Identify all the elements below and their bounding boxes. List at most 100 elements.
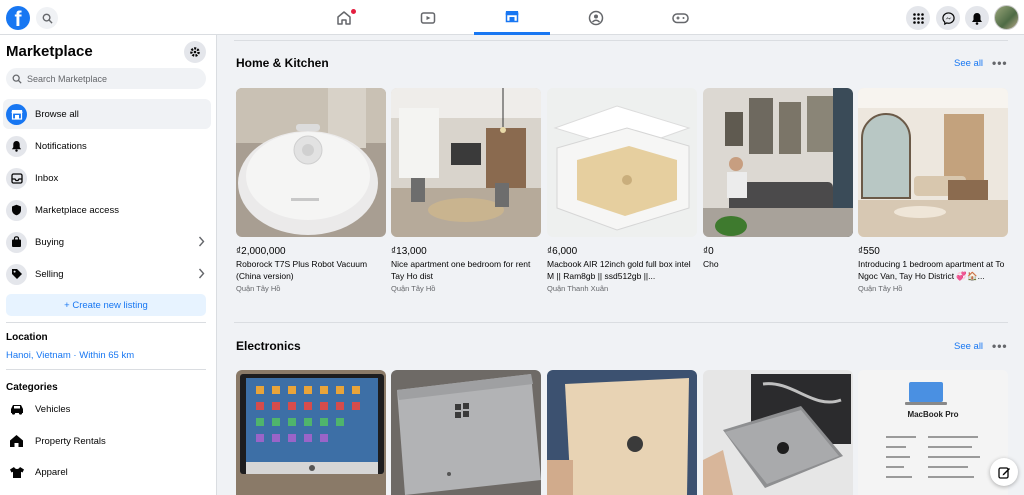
menu-button[interactable] — [906, 6, 930, 30]
listing-price: ₫550 — [858, 246, 880, 257]
section-divider — [234, 322, 1008, 323]
sidebar-item-browse-all[interactable]: Browse all — [3, 99, 211, 129]
listing-photo — [703, 88, 853, 237]
listing-title: Roborock T7S Plus Robot Vacuum (China ve… — [236, 259, 368, 281]
gaming-icon — [671, 12, 689, 23]
listing-title: Nice apartment one bedroom for rent Tay … — [391, 259, 531, 281]
more-options-button[interactable]: ••• — [992, 56, 1008, 70]
category-property-rentals[interactable]: Property Rentals — [3, 426, 211, 456]
sidebar-item-label: Selling — [35, 268, 64, 280]
listing-title: Macbook AIR 12inch gold full box intel M… — [547, 259, 691, 281]
listing-photo — [391, 88, 541, 237]
tab-video[interactable] — [390, 0, 466, 35]
listing-photo — [391, 370, 541, 495]
listing-card[interactable]: ₫6,000 Macbook AIR 12inch gold full box … — [547, 88, 697, 293]
sidebar-item-label: Buying — [35, 236, 65, 248]
sidebar-item-label: Browse all — [35, 108, 79, 120]
sidebar-item-label: Inbox — [35, 172, 59, 184]
grid-menu-icon — [912, 12, 924, 24]
listing-location: Quận Tây Hồ — [236, 284, 281, 293]
profile-avatar[interactable] — [994, 5, 1019, 30]
sidebar-item-selling[interactable]: Selling — [3, 259, 211, 289]
listing-photo — [703, 370, 853, 495]
listing-card[interactable]: ₫13,000 Nice apartment one bedroom for r… — [391, 88, 541, 293]
box-label: MacBook Pro — [907, 410, 959, 419]
section-divider — [234, 40, 1008, 41]
category-label: Property Rentals — [35, 435, 106, 447]
marketplace-sidebar: Marketplace Browse all Notifications Inb… — [0, 35, 217, 495]
shield-icon — [6, 199, 27, 221]
listing-title: Cho — [703, 259, 719, 269]
marketplace-icon — [505, 11, 519, 23]
shirt-icon — [6, 462, 27, 483]
listing-card[interactable] — [703, 370, 853, 495]
tab-groups[interactable] — [558, 0, 634, 35]
search-icon — [12, 74, 22, 84]
top-navigation-bar: f — [0, 0, 1024, 35]
settings-button[interactable] — [184, 41, 206, 63]
messenger-icon — [941, 11, 955, 25]
listing-card[interactable] — [236, 370, 386, 495]
see-all-link[interactable]: See all — [954, 341, 983, 352]
car-icon — [6, 399, 27, 420]
create-new-listing-button[interactable]: + Create new listing — [6, 294, 206, 316]
sidebar-item-inbox[interactable]: Inbox — [3, 163, 211, 193]
see-all-link[interactable]: See all — [954, 58, 983, 69]
sidebar-item-marketplace-access[interactable]: Marketplace access — [3, 195, 211, 225]
sidebar-item-notifications[interactable]: Notifications — [3, 131, 211, 161]
divider — [6, 322, 206, 323]
listing-card[interactable]: ₫2,000,000 Roborock T7S Plus Robot Vacuu… — [236, 88, 386, 293]
categories-heading: Categories — [6, 382, 58, 393]
sidebar-item-label: Notifications — [35, 140, 87, 152]
category-label: Apparel — [35, 466, 68, 478]
groups-icon — [588, 10, 604, 25]
tab-marketplace[interactable] — [474, 0, 550, 35]
tag-icon — [6, 263, 27, 285]
listing-location: Quận Tây Hồ — [858, 284, 903, 293]
tab-gaming[interactable] — [642, 0, 718, 35]
compose-icon — [997, 466, 1010, 479]
listing-card[interactable]: MacBook Pro — [858, 370, 1008, 495]
listing-photo — [547, 88, 697, 237]
category-apparel[interactable]: Apparel — [3, 457, 211, 487]
storefront-icon — [6, 103, 27, 125]
listing-card[interactable]: ₫0 Cho — [703, 88, 853, 273]
search-input[interactable] — [27, 73, 197, 84]
notification-dot — [351, 9, 356, 14]
listing-photo — [547, 370, 697, 495]
listing-photo — [236, 370, 386, 495]
listing-photo: MacBook Pro — [858, 370, 1008, 495]
listing-price: ₫13,000 — [391, 246, 427, 257]
listing-price: ₫0 — [703, 246, 714, 257]
video-icon — [420, 11, 436, 24]
listing-card[interactable] — [547, 370, 697, 495]
sidebar-item-label: Marketplace access — [35, 204, 119, 216]
location-filter-link[interactable]: Hanoi, Vietnam · Within 65 km — [6, 350, 134, 361]
category-vehicles[interactable]: Vehicles — [3, 394, 211, 424]
section-title-home-kitchen: Home & Kitchen — [236, 56, 329, 70]
bag-icon — [6, 231, 27, 253]
home-icon — [337, 10, 351, 25]
location-heading: Location — [6, 332, 48, 343]
listing-card[interactable] — [391, 370, 541, 495]
compose-message-button[interactable] — [990, 458, 1018, 486]
bell-icon — [6, 135, 27, 157]
sidebar-item-buying[interactable]: Buying — [3, 227, 211, 257]
more-options-button[interactable]: ••• — [992, 339, 1008, 353]
divider — [6, 369, 206, 370]
notifications-button[interactable] — [965, 6, 989, 30]
listing-title: Introducing 1 bedroom apartment at To Ng… — [858, 259, 1005, 281]
messenger-button[interactable] — [936, 6, 960, 30]
marketplace-search[interactable] — [6, 68, 206, 89]
house-icon — [6, 431, 27, 452]
search-button[interactable] — [36, 7, 58, 29]
listing-card[interactable]: ₫550 Introducing 1 bedroom apartment at … — [858, 88, 1008, 293]
listing-price: ₫2,000,000 — [236, 246, 286, 257]
chevron-right-icon — [198, 268, 205, 279]
listing-photo — [858, 88, 1008, 237]
tab-home[interactable] — [306, 0, 382, 35]
listing-photo — [236, 88, 386, 237]
facebook-logo[interactable]: f — [6, 6, 30, 30]
listing-price: ₫6,000 — [547, 246, 578, 257]
gear-icon — [190, 47, 200, 57]
